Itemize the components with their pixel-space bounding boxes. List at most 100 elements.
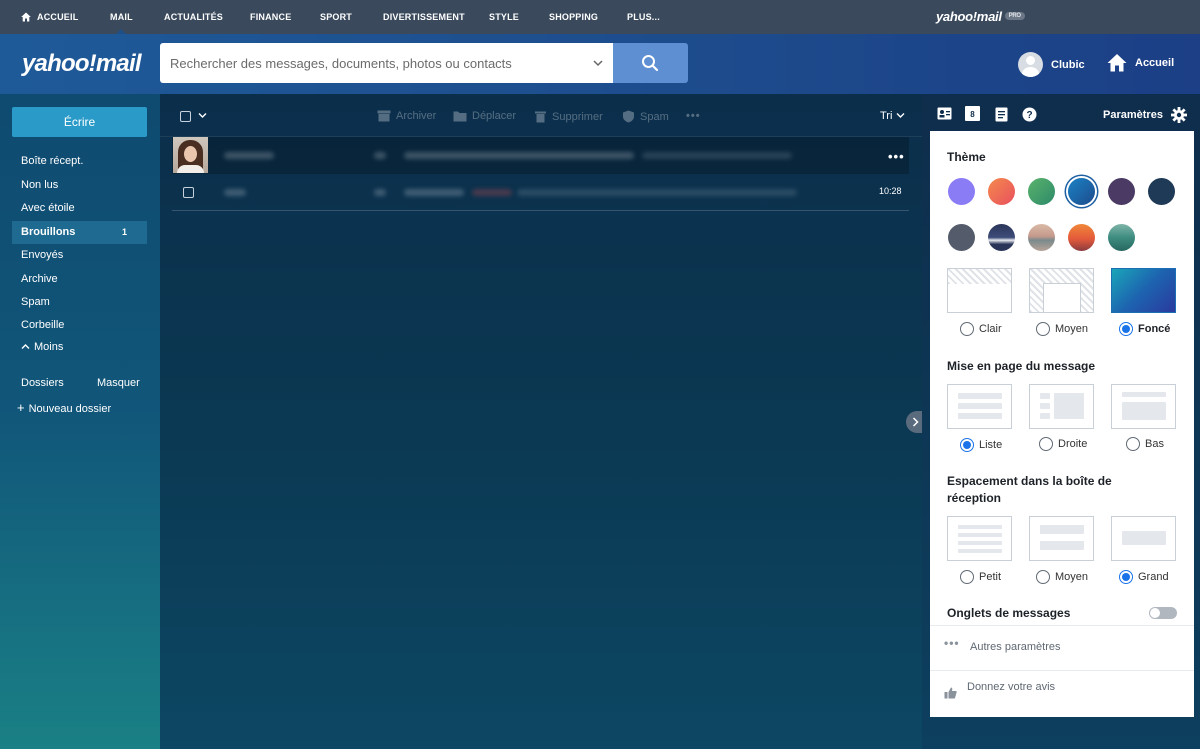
chevron-right-icon xyxy=(912,417,919,427)
contrast-thumb-clair[interactable] xyxy=(947,268,1012,313)
search-button[interactable] xyxy=(613,43,688,83)
message-checkbox[interactable] xyxy=(183,187,194,198)
theme-swatch-orange[interactable] xyxy=(988,178,1015,205)
topnav-item-sport[interactable]: SPORT xyxy=(320,0,352,34)
topnav-item-shopping[interactable]: SHOPPING xyxy=(549,0,598,34)
theme-swatch-gray[interactable] xyxy=(948,224,975,251)
theme-image-forest[interactable] xyxy=(1108,224,1135,251)
topnav-item-actualites[interactable]: ACTUALITÉS xyxy=(164,0,223,34)
radio-clair[interactable] xyxy=(960,322,974,336)
radio-liste[interactable] xyxy=(960,438,974,452)
folder-sent[interactable]: Envoyés xyxy=(12,244,147,267)
message-row[interactable]: 10:28 xyxy=(172,174,909,211)
sort-dropdown[interactable]: Tri xyxy=(880,110,905,122)
archive-icon xyxy=(377,110,391,122)
yahoo-mail-logo[interactable]: yahoo!mail xyxy=(22,50,142,78)
thumb-reading-pane xyxy=(1122,402,1166,420)
contrast-option-moyen[interactable]: Moyen xyxy=(1036,322,1088,336)
message-tabs-toggle[interactable] xyxy=(1149,607,1177,619)
folders-heading: Dossiers xyxy=(21,377,64,389)
move-button[interactable]: Déplacer xyxy=(453,110,516,122)
feedback-link[interactable]: Donnez votre avis xyxy=(967,679,1057,696)
calendar-icon[interactable]: 8 xyxy=(965,106,980,121)
row-more-icon[interactable]: ••• xyxy=(888,149,905,164)
folder-archive[interactable]: Archive xyxy=(12,268,147,291)
topnav-item-style[interactable]: STYLE xyxy=(489,0,519,34)
spacing-thumb-petit[interactable] xyxy=(947,516,1012,561)
chevron-down-icon[interactable] xyxy=(591,56,605,70)
radio-bas[interactable] xyxy=(1126,437,1140,451)
more-settings-link[interactable]: Autres paramètres xyxy=(970,641,1060,653)
radio-fonce[interactable] xyxy=(1119,322,1133,336)
brand-logo-small[interactable]: yahoo!mail PRO xyxy=(936,9,1025,24)
notepad-icon[interactable] xyxy=(995,107,1008,122)
topnav-item-mail[interactable]: MAIL xyxy=(110,0,133,34)
message-row[interactable]: ••• xyxy=(172,137,909,174)
radio-droite[interactable] xyxy=(1039,437,1053,451)
home-link[interactable]: Accueil xyxy=(1107,53,1174,72)
delete-button[interactable]: Supprimer xyxy=(534,110,603,123)
folder-spam[interactable]: Spam xyxy=(12,291,147,314)
folder-inbox[interactable]: Boîte récept. xyxy=(12,150,147,173)
topnav-item-finance[interactable]: FINANCE xyxy=(250,0,291,34)
theme-swatch-plum[interactable] xyxy=(1108,178,1135,205)
contrast-thumb-moyen[interactable] xyxy=(1029,268,1094,313)
user-profile[interactable]: Clubic xyxy=(1018,52,1085,77)
radio-grand[interactable] xyxy=(1119,570,1133,584)
radio-moyen-spacing[interactable] xyxy=(1036,570,1050,584)
thumb-pane xyxy=(1043,283,1081,312)
topnav-item-plus[interactable]: PLUS... xyxy=(627,0,660,34)
spacing-option-grand[interactable]: Grand xyxy=(1119,570,1169,584)
folder-unread[interactable]: Non lus xyxy=(12,174,147,197)
thumb-bar xyxy=(1040,525,1084,534)
more-actions-icon[interactable]: ••• xyxy=(686,110,701,122)
select-all-checkbox[interactable] xyxy=(180,111,191,122)
folder-trash[interactable]: Corbeille xyxy=(12,314,147,337)
theme-swatch-purple[interactable] xyxy=(948,178,975,205)
contrast-option-fonce[interactable]: Foncé xyxy=(1119,322,1170,336)
topnav-item-accueil[interactable]: ACCUEIL xyxy=(21,0,78,34)
theme-swatch-navy[interactable] xyxy=(1148,178,1175,205)
contacts-icon[interactable] xyxy=(937,107,952,120)
pro-badge: PRO xyxy=(1004,11,1025,20)
message-list-area: Archiver Déplacer Supprimer Spam ••• Tri… xyxy=(160,94,922,749)
layout-option-bas[interactable]: Bas xyxy=(1126,437,1164,451)
show-less-link[interactable]: Moins xyxy=(21,341,63,353)
chevron-down-icon[interactable] xyxy=(198,112,207,119)
thumb-bar xyxy=(958,525,1002,529)
spacing-option-moyen[interactable]: Moyen xyxy=(1036,570,1088,584)
settings-panel: Thème Clair Moyen Foncé Mise en page du … xyxy=(930,131,1194,717)
theme-swatch-blue[interactable] xyxy=(1068,178,1095,205)
compose-button[interactable]: Écrire xyxy=(12,107,147,137)
layout-option-liste[interactable]: Liste xyxy=(960,438,1002,452)
gear-icon[interactable] xyxy=(1171,107,1187,123)
layout-thumb-liste[interactable] xyxy=(947,384,1012,429)
search-box xyxy=(160,43,613,83)
theme-image-desert[interactable] xyxy=(1028,224,1055,251)
spam-button[interactable]: Spam xyxy=(622,110,669,123)
settings-label[interactable]: Paramètres xyxy=(1103,109,1163,121)
contrast-option-clair[interactable]: Clair xyxy=(960,322,1002,336)
subject-blurred xyxy=(404,189,464,196)
spacing-thumb-grand[interactable] xyxy=(1111,516,1176,561)
layout-option-droite[interactable]: Droite xyxy=(1039,437,1087,451)
topnav-item-divertissement[interactable]: DIVERTISSEMENT xyxy=(383,0,465,34)
spacing-thumb-moyen[interactable] xyxy=(1029,516,1094,561)
contrast-thumb-fonce[interactable] xyxy=(1111,268,1176,313)
archive-button[interactable]: Archiver xyxy=(377,110,436,122)
radio-moyen[interactable] xyxy=(1036,322,1050,336)
layout-thumb-bas[interactable] xyxy=(1111,384,1176,429)
folder-drafts[interactable]: Brouillons 1 xyxy=(12,221,147,244)
help-icon[interactable]: ? xyxy=(1022,107,1037,122)
folder-starred[interactable]: Avec étoile xyxy=(12,197,147,220)
layout-thumb-droite[interactable] xyxy=(1029,384,1094,429)
theme-image-night-mountains[interactable] xyxy=(988,224,1015,251)
spacing-option-petit[interactable]: Petit xyxy=(960,570,1001,584)
theme-image-sunset[interactable] xyxy=(1068,224,1095,251)
radio-petit[interactable] xyxy=(960,570,974,584)
search-input[interactable] xyxy=(170,43,580,83)
theme-swatch-green[interactable] xyxy=(1028,178,1055,205)
new-folder-link[interactable]: + Nouveau dossier xyxy=(17,400,111,415)
hide-folders-link[interactable]: Masquer xyxy=(97,377,140,389)
thumb-bar xyxy=(958,541,1002,545)
